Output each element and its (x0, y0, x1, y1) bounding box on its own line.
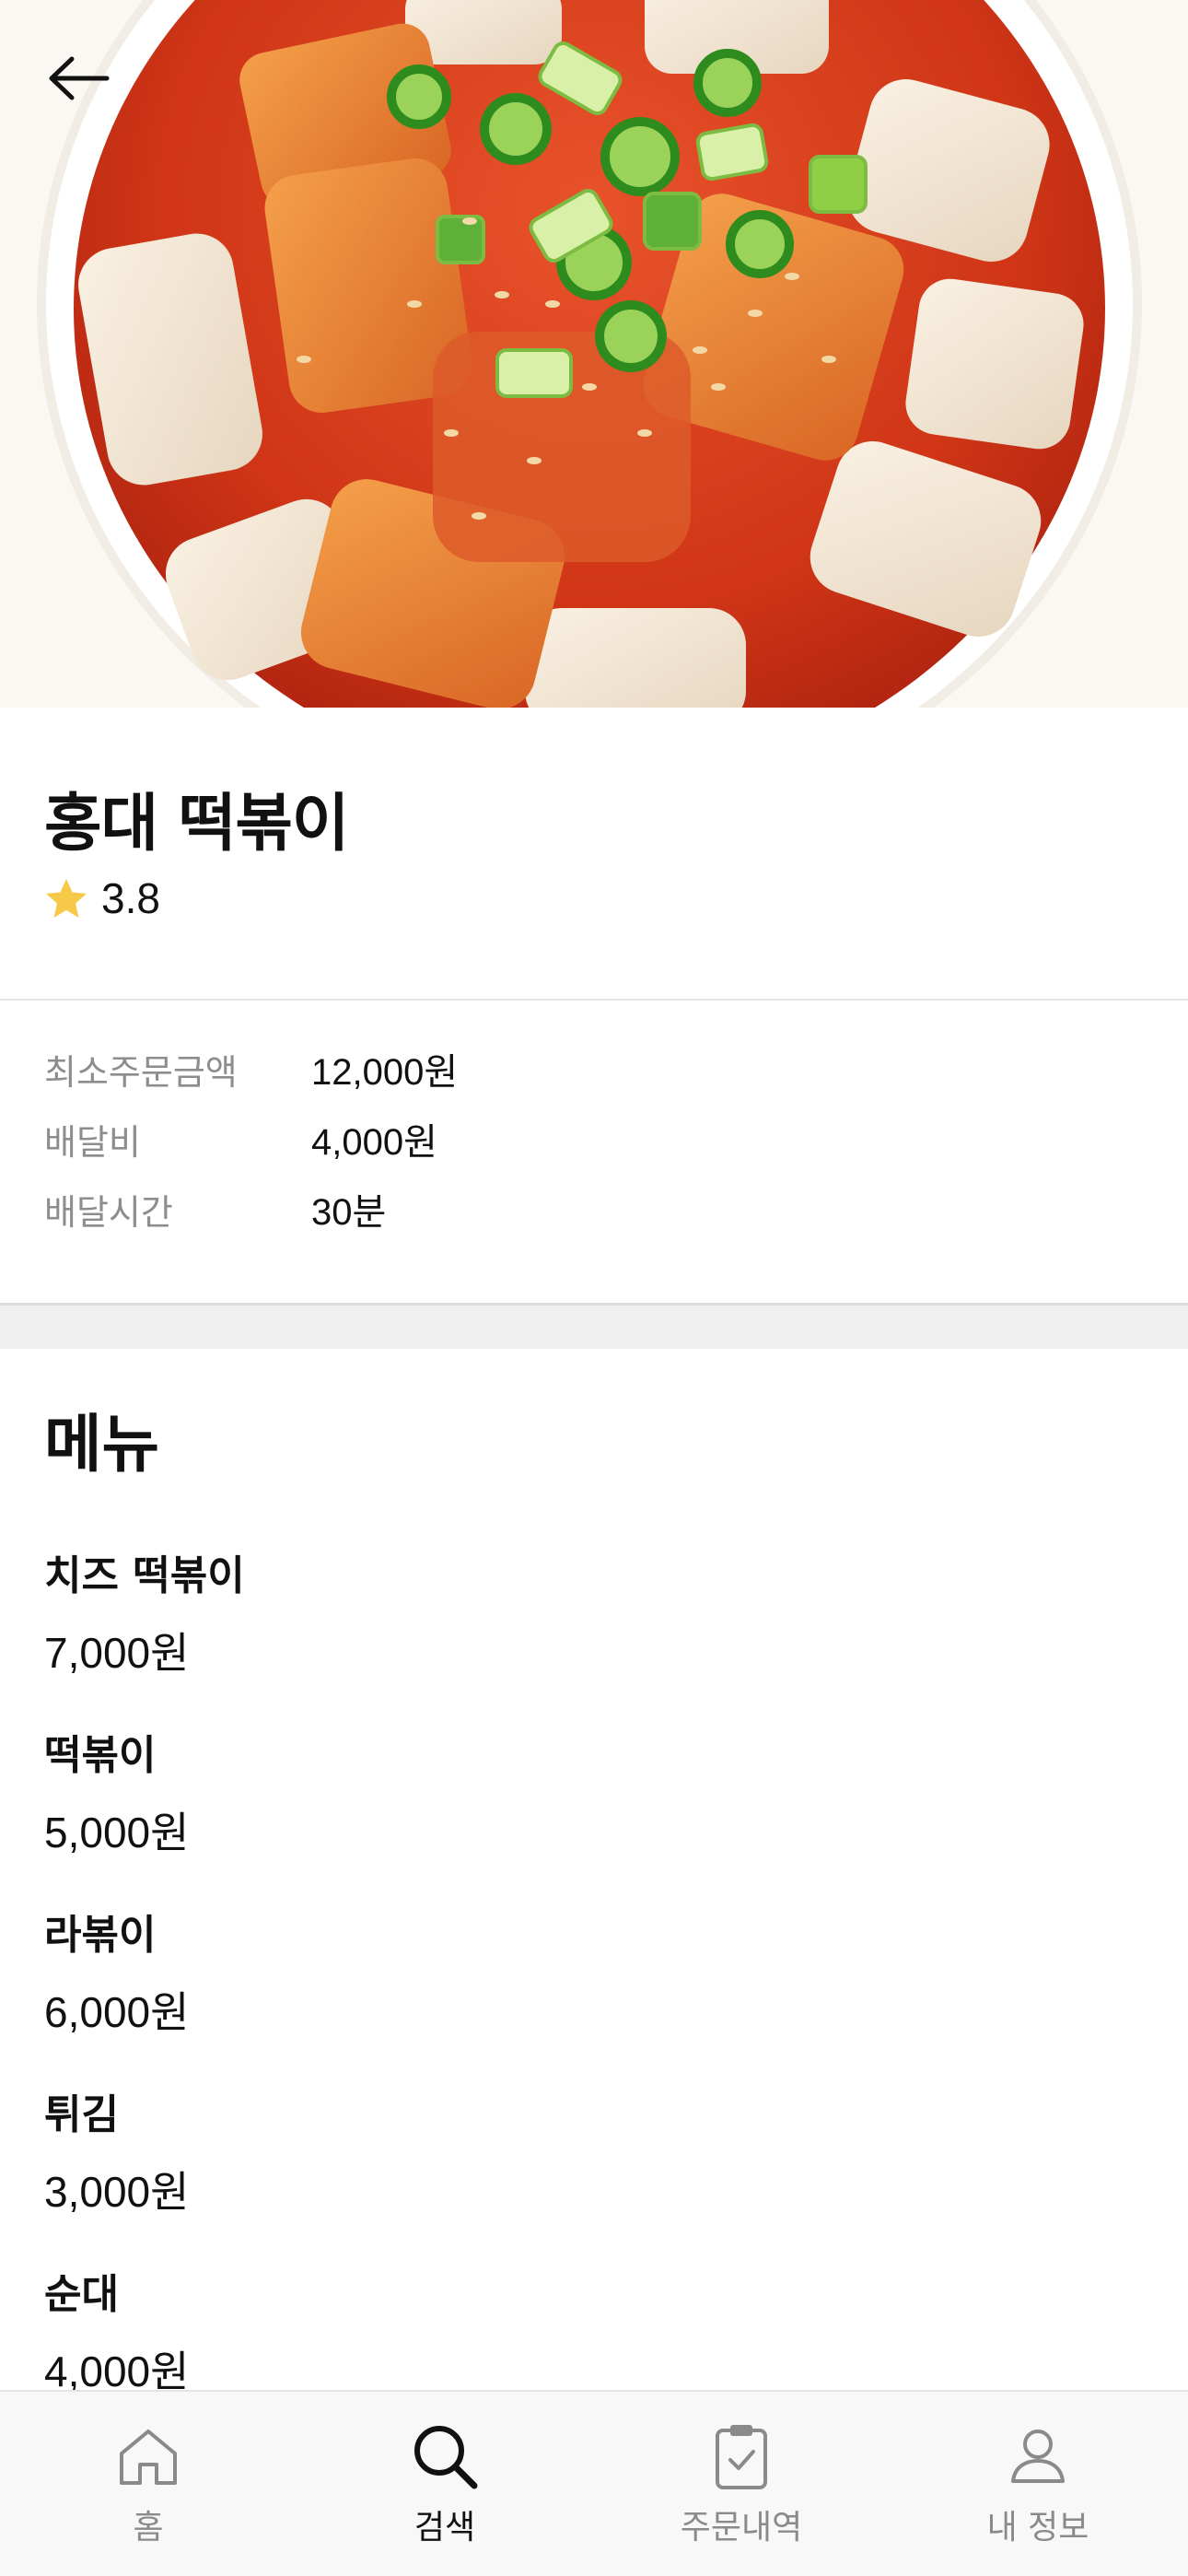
section-divider (0, 1303, 1188, 1349)
delivery-time-value: 30분 (311, 1192, 387, 1233)
menu-item-name: 튀김 (44, 2091, 119, 2138)
menu-item[interactable]: 튀김 3,000원 (44, 2081, 1144, 2256)
menu-item-name: 치즈 떡볶이 (44, 1552, 245, 1599)
home-icon (111, 2419, 185, 2493)
min-order-label: 최소주문금액 (44, 1051, 238, 1093)
menu-section: 메뉴 치즈 떡볶이 7,000원 떡볶이 5,000원 라볶이 6,000원 튀… (0, 1349, 1188, 2390)
menu-item-name: 라볶이 (44, 1912, 157, 1959)
menu-item[interactable]: 라볶이 6,000원 (44, 1902, 1144, 2077)
back-button[interactable] (28, 37, 129, 120)
menu-item-price: 5,000원 (44, 1809, 190, 1856)
rating-value: 3.8 (101, 874, 160, 922)
tab-label: 검색 (413, 2509, 476, 2547)
menu-item-name: 순대 (44, 2271, 119, 2318)
menu-item-price: 4,000원 (44, 2348, 190, 2390)
store-detail-screen: 홍대 떡볶이 3.8 최소주문금액 12,000원 배달비 4,000원 배달시… (0, 0, 1188, 2576)
clipboard-check-icon (705, 2419, 778, 2493)
delivery-time-row: 배달시간 30분 (44, 1181, 386, 1236)
menu-item-price: 6,000원 (44, 1988, 190, 2036)
arrow-left-icon (49, 56, 110, 100)
menu-item-name: 떡볶이 (44, 1732, 157, 1779)
star-icon (46, 879, 87, 918)
tab-label: 내 정보 (986, 2509, 1089, 2547)
rating: 3.8 (44, 873, 160, 923)
tab-my-info[interactable]: 내 정보 (890, 2392, 1186, 2576)
min-order-value: 12,000원 (311, 1052, 459, 1093)
delivery-fee-value: 4,000원 (311, 1122, 437, 1163)
delivery-fee-label: 배달비 (44, 1121, 141, 1163)
menu-item-price: 3,000원 (44, 2168, 190, 2216)
delivery-info: 최소주문금액 12,000원 배달비 4,000원 배달시간 30분 (0, 1001, 1188, 1303)
tab-label: 홈 (133, 2509, 164, 2547)
menu-title: 메뉴 (44, 1409, 160, 1481)
menu-item[interactable]: 치즈 떡볶이 7,000원 (44, 1542, 1144, 1717)
menu-item-price: 7,000원 (44, 1629, 190, 1677)
store-header: 홍대 떡볶이 3.8 (0, 708, 1188, 999)
bottom-tab-bar: 홈 검색 주문내역 내 정보 (0, 2390, 1188, 2576)
hero-food-image (0, 0, 1188, 708)
delivery-fee-row: 배달비 4,000원 (44, 1111, 437, 1166)
search-icon (408, 2419, 482, 2493)
user-icon (1001, 2419, 1075, 2493)
tab-search[interactable]: 검색 (297, 2392, 593, 2576)
min-order-row: 최소주문금액 12,000원 (44, 1041, 458, 1096)
delivery-time-label: 배달시간 (44, 1191, 173, 1233)
menu-item[interactable]: 순대 4,000원 (44, 2261, 1144, 2390)
tab-label: 주문내역 (680, 2509, 803, 2547)
tab-orders[interactable]: 주문내역 (593, 2392, 890, 2576)
menu-item[interactable]: 떡볶이 5,000원 (44, 1722, 1144, 1897)
tab-home[interactable]: 홈 (0, 2392, 297, 2576)
store-name: 홍대 떡볶이 (44, 788, 349, 861)
